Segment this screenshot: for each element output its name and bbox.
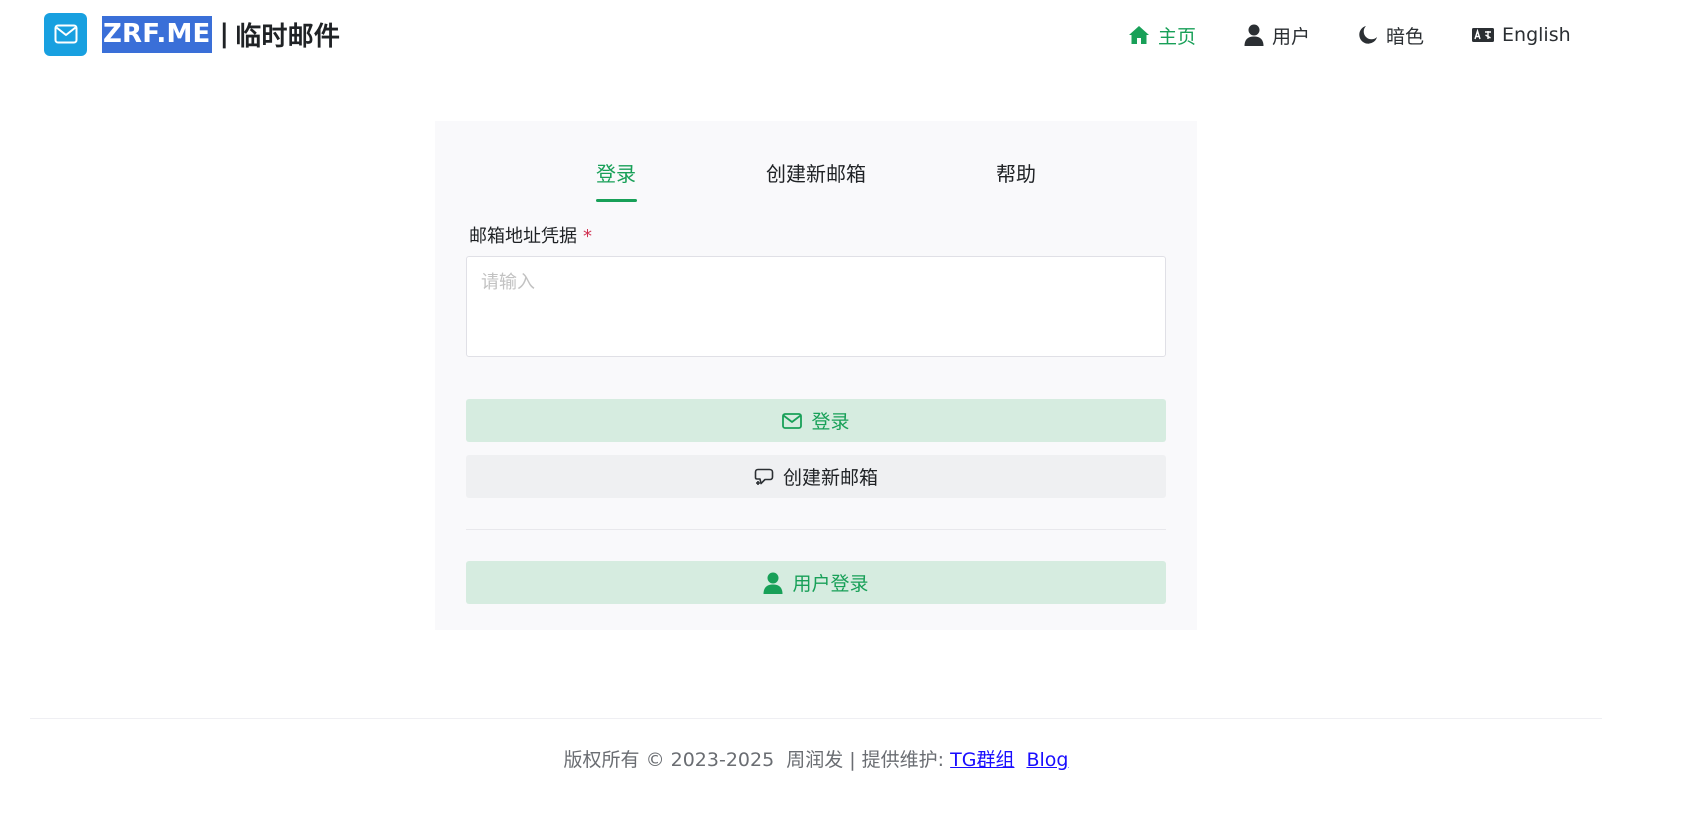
- user-icon: [763, 572, 783, 594]
- nav-label-language: English: [1502, 24, 1571, 46]
- create-mailbox-button[interactable]: 创建新邮箱: [466, 455, 1166, 498]
- create-mailbox-icon: [754, 468, 774, 485]
- footer: 版权所有 © 2023-2025 周润发 | 提供维护: TG群组 Blog: [0, 745, 1632, 772]
- home-icon: [1129, 26, 1149, 44]
- brand-separator: |: [219, 19, 230, 49]
- login-card: 登录 创建新邮箱 帮助 邮箱地址凭据 * 登录 创建新邮箱 用户登录: [435, 121, 1197, 630]
- active-tab-indicator: [596, 199, 637, 202]
- credential-field-label: 邮箱地址凭据 *: [469, 222, 592, 248]
- divider: [466, 529, 1166, 530]
- nav-item-dark-mode[interactable]: 暗色: [1358, 22, 1424, 49]
- user-login-button[interactable]: 用户登录: [466, 561, 1166, 604]
- login-button[interactable]: 登录: [466, 399, 1166, 442]
- nav-label-dark-mode: 暗色: [1386, 25, 1425, 48]
- user-icon: [1244, 24, 1264, 46]
- tab-login[interactable]: 登录: [596, 158, 636, 187]
- nav-item-language[interactable]: English: [1472, 24, 1571, 46]
- copyright-text: 版权所有 © 2023-2025: [563, 749, 775, 771]
- nav-label-user: 用户: [1272, 25, 1311, 48]
- mail-logo-icon: [44, 12, 87, 56]
- required-mark: *: [583, 226, 592, 247]
- user-login-button-label: 用户登录: [792, 573, 869, 595]
- mail-icon: [782, 412, 803, 429]
- tg-group-link[interactable]: TG群组: [950, 749, 1014, 771]
- author-text: 周润发 | 提供维护:: [786, 749, 945, 771]
- credential-input[interactable]: [466, 256, 1166, 357]
- nav-label-home: 主页: [1158, 25, 1197, 48]
- nav-item-home[interactable]: 主页: [1128, 22, 1196, 49]
- brand-domain: ZRF.ME: [102, 15, 212, 53]
- footer-divider: [30, 718, 1602, 719]
- language-icon: [1472, 28, 1495, 42]
- tab-help[interactable]: 帮助: [996, 158, 1036, 187]
- moon-icon: [1359, 26, 1378, 44]
- brand-title: 临时邮件: [235, 21, 341, 52]
- blog-link[interactable]: Blog: [1026, 749, 1068, 771]
- brand-text: ZRF.ME | 临时邮件: [102, 15, 341, 53]
- login-button-label: 登录: [811, 411, 850, 433]
- tabs: 登录 创建新邮箱 帮助: [435, 121, 1197, 205]
- top-nav: 主页 用户 暗色 English: [1128, 18, 1571, 52]
- credential-label-text: 邮箱地址凭据: [469, 226, 577, 247]
- nav-item-user[interactable]: 用户: [1244, 22, 1310, 49]
- create-mailbox-button-label: 创建新邮箱: [782, 467, 878, 489]
- header: ZRF.ME | 临时邮件 主页 用户 暗色 English: [0, 0, 1690, 70]
- brand[interactable]: ZRF.ME | 临时邮件: [44, 12, 340, 56]
- tab-create-mailbox[interactable]: 创建新邮箱: [766, 158, 866, 187]
